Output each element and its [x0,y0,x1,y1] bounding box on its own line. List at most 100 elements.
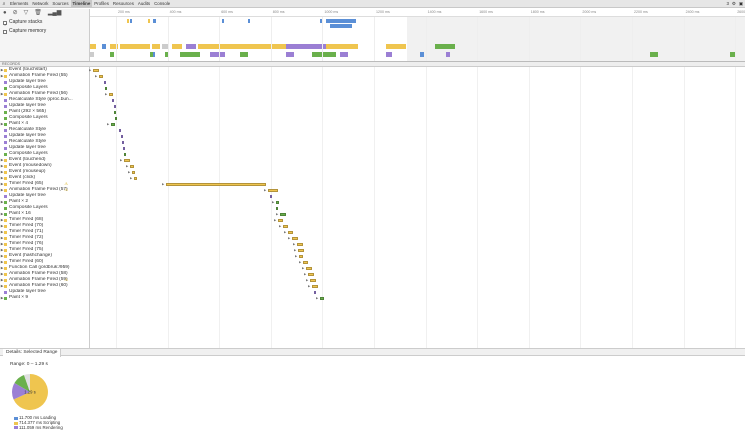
record-bar[interactable] [124,152,126,156]
gear-icon[interactable]: ⚙ [732,0,736,8]
category-swatch [4,212,7,216]
record-bar[interactable] [119,128,121,132]
record-bar[interactable] [122,140,124,144]
record-bar[interactable] [114,104,116,108]
record-bar[interactable] [312,284,318,288]
category-swatch [4,146,7,150]
trash-icon[interactable]: 🗑 [34,10,42,17]
record-bar[interactable] [268,188,278,192]
devtools-toolbar: ⌕ Elements Network Sources Timeline Profiles… [0,0,745,8]
legend-swatch [14,426,18,430]
record-bar[interactable] [166,182,266,186]
record-bar[interactable] [310,278,316,282]
bars-icon[interactable]: ▂▄▆ [48,10,61,17]
record-bar[interactable] [320,296,324,300]
expand-triangle-icon[interactable]: ▶ [295,254,297,258]
dock-icon[interactable]: ▣ [739,0,743,8]
expand-triangle-icon[interactable]: ▶ [274,218,276,222]
record-bar[interactable] [299,254,303,258]
overview-bar [120,44,150,49]
record-bar[interactable] [123,146,125,150]
record-bar[interactable] [278,218,283,222]
overview-bars [90,19,736,57]
category-swatch [4,80,7,84]
capture-stacks-checkbox[interactable]: Capture stacks [0,18,89,29]
expand-triangle-icon[interactable]: ▶ [162,182,164,186]
filter-icon[interactable]: ▽ [24,10,29,17]
record-bar[interactable] [297,242,303,246]
inspect-icon[interactable]: ⌕ [0,0,8,8]
capture-memory-checkbox[interactable]: Capture memory [0,27,89,36]
record-bar[interactable] [288,230,293,234]
expand-triangle-icon[interactable]: ▶ [316,296,318,300]
record-bar[interactable] [105,86,107,90]
timeline-overview[interactable]: 200 ms 400 ms 600 ms 800 ms 1000 ms 1200 ms 14… [90,9,745,61]
expand-triangle-icon[interactable]: ▶ [128,170,130,174]
overview-bar [340,52,348,57]
record-bar[interactable] [283,224,288,228]
expand-triangle-icon[interactable]: ▶ [304,272,306,276]
record-bar[interactable] [303,260,308,264]
category-swatch [4,98,7,102]
expand-triangle-icon[interactable]: ▶ [120,158,122,162]
checkbox-icon[interactable] [3,20,7,29]
record-bar[interactable] [93,68,99,72]
tab-network[interactable]: Network [30,0,50,8]
record-bar[interactable] [130,164,134,168]
record-bar[interactable] [121,134,123,138]
overview-bar [386,44,406,49]
tab-console[interactable]: Console [152,0,172,8]
record-bar[interactable] [134,176,137,180]
record-icon[interactable]: ● [3,10,7,17]
expand-triangle-icon[interactable]: ▶ [126,164,128,168]
expand-triangle-icon[interactable]: ▶ [264,188,266,192]
overview-gridline [528,17,530,61]
expand-triangle-icon[interactable]: ▶ [107,122,109,126]
checkbox-icon[interactable] [3,29,7,34]
record-bar[interactable] [132,170,135,174]
record-bar[interactable] [124,158,130,162]
expand-triangle-icon[interactable]: ▶ [279,224,281,228]
tab-profiles[interactable]: Profiles [92,0,111,8]
record-bar[interactable] [276,206,278,210]
category-swatch [4,266,7,270]
error-count-badge[interactable]: 3 [726,0,728,8]
expand-triangle-icon[interactable]: ▶ [308,284,310,288]
expand-triangle-icon[interactable]: ▶ [272,200,274,204]
tab-elements[interactable]: Elements [8,0,30,8]
record-row[interactable]: ▶ Paint × 9 [0,295,90,301]
tab-sources[interactable]: Sources [50,0,70,8]
record-bar[interactable] [270,194,272,198]
expand-triangle-icon[interactable]: ▶ [306,278,308,282]
record-bar[interactable] [115,116,117,120]
expand-triangle-icon[interactable]: ▶ [105,92,107,96]
expand-triangle-icon[interactable]: ▶ [284,230,286,234]
record-bar[interactable] [308,272,314,276]
expand-triangle-icon[interactable]: ▶ [276,212,278,216]
record-bar[interactable] [114,110,116,114]
record-bar[interactable] [112,98,114,102]
expand-triangle-icon[interactable]: ▶ [302,266,304,270]
expand-triangle-icon[interactable]: ▶ [89,68,91,72]
expand-triangle-icon[interactable]: ▶ [294,248,296,252]
tab-details-selected-range[interactable]: Details: Selected Range [3,349,62,357]
expand-triangle-icon[interactable]: ▶ [299,260,301,264]
record-bar[interactable] [109,92,113,96]
tab-audits[interactable]: Audits [136,0,152,8]
record-bar[interactable] [298,248,304,252]
tab-resources[interactable]: Resources [111,0,136,8]
record-bar[interactable] [306,266,312,270]
record-bar[interactable] [314,290,316,294]
record-bar[interactable] [111,122,115,126]
tab-timeline[interactable]: Timeline [70,0,93,8]
clear-icon[interactable]: ⊘ [13,10,18,17]
expand-triangle-icon[interactable]: ▶ [130,176,132,180]
record-bar[interactable] [104,80,106,84]
record-bar[interactable] [280,212,286,216]
expand-triangle-icon[interactable]: ▶ [293,242,295,246]
record-bar[interactable] [99,74,103,78]
expand-triangle-icon[interactable]: ▶ [95,74,97,78]
record-bar[interactable] [292,236,298,240]
expand-triangle-icon[interactable]: ▶ [288,236,290,240]
record-bar[interactable] [276,200,279,204]
